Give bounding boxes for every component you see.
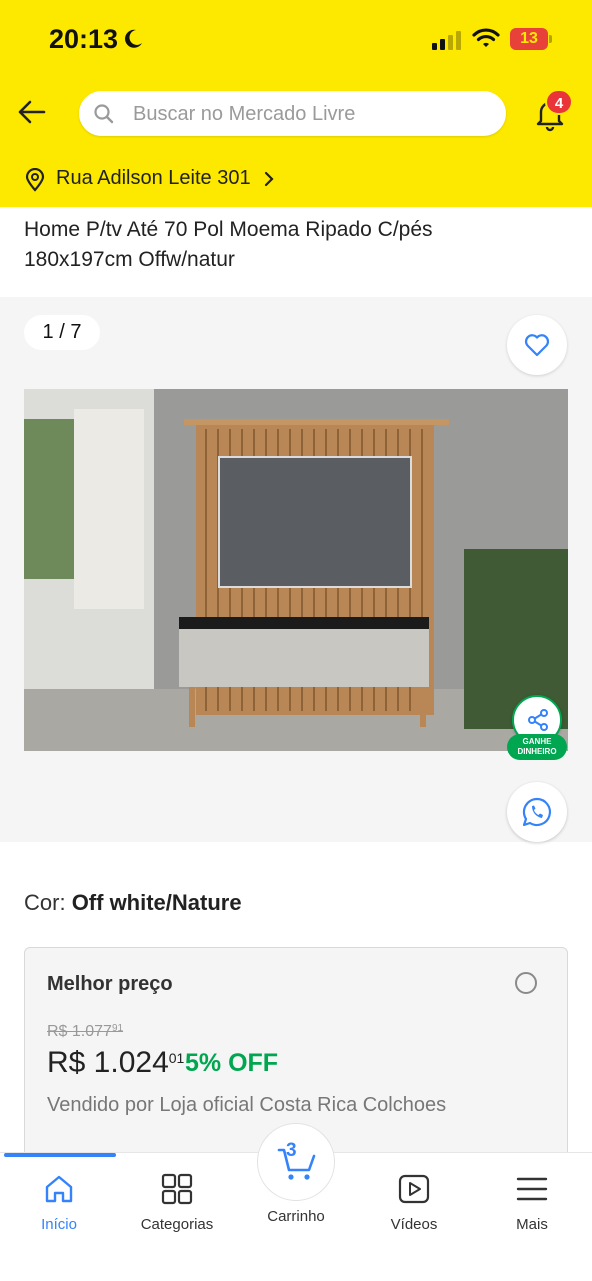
color-value: Off white/Nature: [71, 890, 242, 915]
whatsapp-icon: [522, 797, 552, 827]
current-price-cents: 01: [168, 1050, 185, 1066]
notification-badge: 4: [545, 89, 573, 115]
tab-more-label: Mais: [516, 1216, 548, 1233]
share-icon: [528, 709, 548, 731]
play-video-icon: [398, 1174, 430, 1204]
tab-categories-label: Categorias: [140, 1216, 214, 1233]
current-price: R$ 1.02401: [47, 1046, 184, 1080]
wifi-icon: [472, 28, 500, 47]
active-tab-indicator: [4, 1153, 116, 1157]
original-price-cents: 91: [111, 1023, 124, 1034]
delivery-address[interactable]: Rua Adilson Leite 301: [56, 167, 251, 190]
seller-info: Vendido por Loja oficial Costa Rica Colc…: [47, 1094, 447, 1116]
search-icon: [94, 104, 114, 124]
offer-title: Melhor preço: [47, 973, 173, 995]
product-title: Home P/tv Até 70 Pol Moema Ripado C/pés …: [24, 218, 433, 271]
discount-label: 5% OFF: [185, 1049, 279, 1077]
app-header: 20:13 13 Buscar no Mercado Livre 4 Rua A…: [0, 0, 592, 207]
moon-icon: [125, 29, 142, 48]
search-placeholder: Buscar no Mercado Livre: [133, 103, 356, 125]
tab-more[interactable]: Mais: [473, 1173, 591, 1233]
current-price-value: R$ 1.024: [47, 1046, 169, 1079]
chevron-right-icon[interactable]: [262, 170, 276, 188]
back-arrow-icon[interactable]: [14, 94, 50, 130]
tab-videos-label: Vídeos: [390, 1216, 438, 1233]
tab-home[interactable]: Início: [0, 1173, 118, 1233]
original-price: R$ 1.07791: [47, 1023, 123, 1041]
grid-icon: [161, 1173, 193, 1205]
search-input[interactable]: Buscar no Mercado Livre: [79, 91, 506, 136]
gallery-counter: 1 / 7: [24, 315, 100, 350]
location-pin-icon: [25, 168, 45, 192]
tab-videos[interactable]: Vídeos: [355, 1173, 473, 1233]
color-label: Cor:: [24, 890, 66, 915]
offer-radio[interactable]: [515, 972, 537, 994]
battery-tip: [549, 35, 552, 43]
favorite-button[interactable]: [507, 315, 567, 375]
whatsapp-share-button[interactable]: [507, 782, 567, 842]
tab-cart[interactable]: 3: [257, 1123, 335, 1201]
color-selector[interactable]: Cor: Off white/Nature: [24, 890, 242, 916]
cellular-signal-icon: [432, 31, 461, 50]
status-time: 20:13: [49, 24, 119, 54]
home-icon: [45, 1175, 73, 1203]
product-image[interactable]: [24, 389, 568, 751]
tab-categories[interactable]: Categorias: [118, 1173, 236, 1233]
tab-cart-label: Carrinho: [267, 1208, 325, 1225]
original-price-value: R$ 1.077: [47, 1023, 112, 1040]
product-gallery[interactable]: 1 / 7 GANHE DINHEIRO: [0, 297, 592, 842]
heart-icon: [524, 334, 550, 357]
menu-icon: [516, 1177, 548, 1201]
tab-home-label: Início: [41, 1216, 77, 1233]
battery-indicator: 13: [510, 28, 548, 50]
cart-icon: [277, 1148, 316, 1180]
earn-money-badge[interactable]: GANHE DINHEIRO: [507, 734, 567, 760]
